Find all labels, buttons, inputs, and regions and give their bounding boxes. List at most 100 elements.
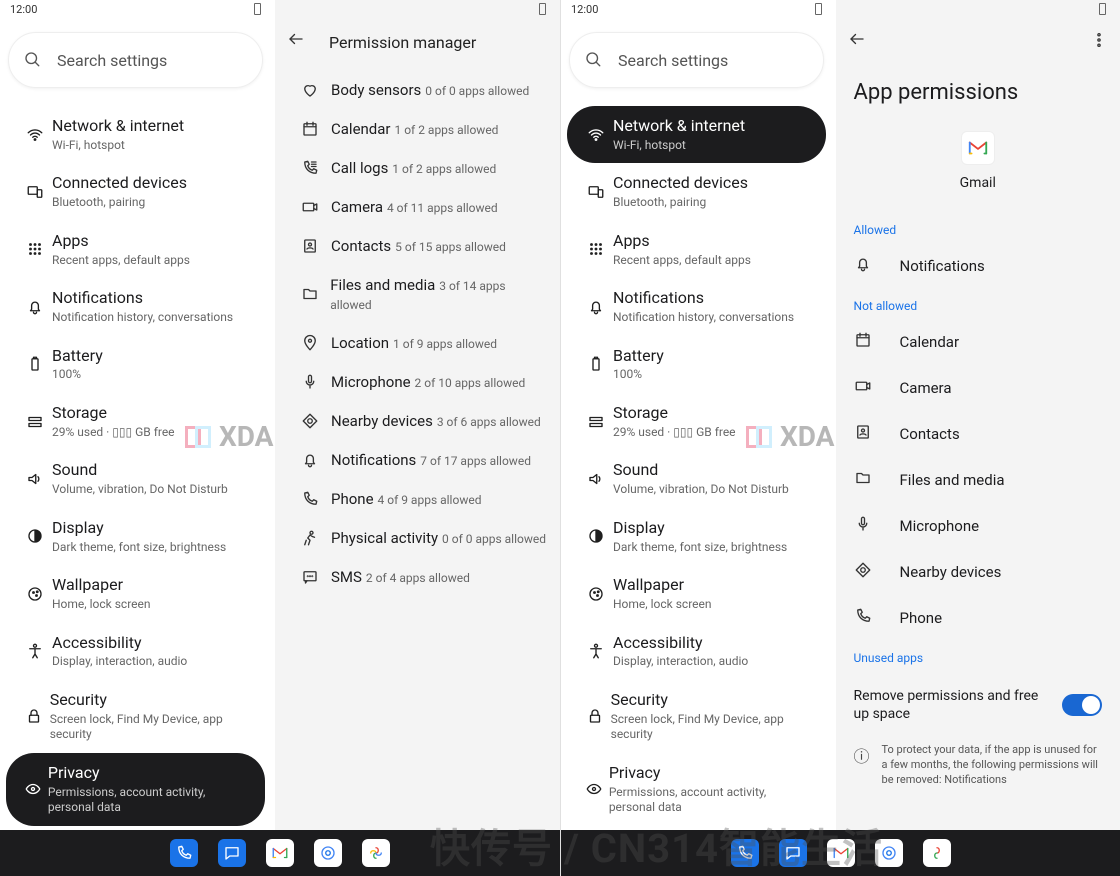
- sidebar-item-sub: Dark theme, font size, brightness: [52, 540, 226, 556]
- battery-indicator-icon: [1099, 3, 1106, 15]
- display-icon: [18, 527, 52, 545]
- info-row: ⓘ To protect your data, if the app is un…: [854, 743, 1102, 788]
- phone-app-icon[interactable]: [170, 839, 198, 867]
- sidebar-item-display[interactable]: Display Dark theme, font size, brightnes…: [567, 508, 826, 565]
- remove-permissions-row[interactable]: Remove permissions and free up space: [854, 681, 1102, 729]
- sidebar-item-sound[interactable]: Sound Volume, vibration, Do Not Disturb: [567, 450, 826, 507]
- permission-list[interactable]: Body sensors 0 of 0 apps allowed Calenda…: [275, 68, 560, 876]
- permission-item-body-sensors[interactable]: Body sensors 0 of 0 apps allowed: [281, 72, 554, 111]
- sidebar-item-title: Apps: [52, 231, 190, 252]
- sidebar-item-title: Sound: [52, 460, 228, 481]
- permission-item-nearby[interactable]: Nearby devices 3 of 6 apps allowed: [281, 403, 554, 442]
- body-sensors-icon: [289, 81, 331, 99]
- sidebar-item-network[interactable]: Network & internet Wi-Fi, hotspot: [567, 106, 826, 163]
- sidebar-item-privacy[interactable]: Privacy Permissions, account activity, p…: [567, 753, 826, 826]
- sidebar-item-accessibility[interactable]: Accessibility Display, interaction, audi…: [567, 623, 826, 680]
- unused-apps-block: Remove permissions and free up space ⓘ T…: [836, 671, 1120, 798]
- app-permission-item-notifications[interactable]: Notifications: [836, 243, 1120, 289]
- sidebar-item-title: Wallpaper: [613, 575, 712, 596]
- permission-item-sms[interactable]: SMS 2 of 4 apps allowed: [281, 559, 554, 598]
- sidebar-item-title: Apps: [613, 231, 751, 252]
- sidebar-item-apps[interactable]: Apps Recent apps, default apps: [6, 221, 265, 278]
- sidebar-item-sound[interactable]: Sound Volume, vibration, Do Not Disturb: [6, 450, 265, 507]
- permission-title: SMS: [331, 568, 362, 586]
- battery-icon: [579, 355, 613, 373]
- sidebar-item-notifications[interactable]: Notifications Notification history, conv…: [6, 278, 265, 335]
- location-icon: [289, 334, 331, 352]
- sidebar-item-sub: Bluetooth, pairing: [613, 195, 748, 211]
- permission-item-microphone[interactable]: Microphone 2 of 10 apps allowed: [281, 364, 554, 403]
- app-permission-item-phone[interactable]: Phone: [836, 595, 1120, 641]
- search-icon: [23, 50, 43, 70]
- nearby-icon: [854, 561, 900, 583]
- sound-icon: [579, 470, 613, 488]
- messages-app-icon[interactable]: [218, 839, 246, 867]
- app-permission-title: Phone: [900, 609, 943, 627]
- search-icon: [584, 50, 604, 70]
- photos-app-icon[interactable]: [362, 839, 390, 867]
- camera-icon: [289, 198, 331, 216]
- notifications-icon: [289, 451, 331, 469]
- sidebar-item-battery[interactable]: Battery 100%: [567, 336, 826, 393]
- devices-icon: [18, 183, 52, 201]
- app-permission-item-microphone[interactable]: Microphone: [836, 503, 1120, 549]
- app-icon-block: Gmail: [836, 131, 1120, 191]
- sidebar-item-sub: Display, interaction, audio: [613, 654, 748, 670]
- permission-sub: 4 of 9 apps allowed: [378, 493, 482, 507]
- sidebar-item-sub: Volume, vibration, Do Not Disturb: [52, 482, 228, 498]
- app-permission-item-contacts[interactable]: Contacts: [836, 411, 1120, 457]
- chrome-app-icon[interactable]: [314, 839, 342, 867]
- privacy-icon: [579, 780, 609, 798]
- back-button[interactable]: [287, 30, 311, 54]
- app-permission-item-calendar[interactable]: Calendar: [836, 319, 1120, 365]
- apps-icon: [18, 240, 52, 258]
- sidebar-item-notifications[interactable]: Notifications Notification history, conv…: [567, 278, 826, 335]
- nearby-icon: [289, 412, 331, 430]
- permission-item-notifications[interactable]: Notifications 7 of 17 apps allowed: [281, 442, 554, 481]
- permission-item-calendar[interactable]: Calendar 1 of 2 apps allowed: [281, 111, 554, 150]
- accessibility-icon: [579, 642, 613, 660]
- sidebar-item-battery[interactable]: Battery 100%: [6, 336, 265, 393]
- sidebar-item-display[interactable]: Display Dark theme, font size, brightnes…: [6, 508, 265, 565]
- search-settings[interactable]: Search settings: [569, 32, 824, 88]
- sidebar-item-accessibility[interactable]: Accessibility Display, interaction, audi…: [6, 623, 265, 680]
- sidebar-item-sub: Wi-Fi, hotspot: [613, 138, 745, 154]
- camera-icon: [854, 377, 900, 399]
- back-button[interactable]: [848, 30, 872, 54]
- sidebar-item-title: Sound: [613, 460, 789, 481]
- sidebar-item-wallpaper[interactable]: Wallpaper Home, lock screen: [6, 565, 265, 622]
- sidebar-item-title: Security: [611, 690, 814, 711]
- sidebar-item-security[interactable]: Security Screen lock, Find My Device, ap…: [6, 680, 265, 753]
- sidebar-item-wallpaper[interactable]: Wallpaper Home, lock screen: [567, 565, 826, 622]
- battery-indicator-icon: [539, 3, 546, 15]
- permission-item-files[interactable]: Files and media 3 of 14 apps allowed: [281, 267, 554, 325]
- sidebar-item-devices[interactable]: Connected devices Bluetooth, pairing: [6, 163, 265, 220]
- permission-item-phone[interactable]: Phone 4 of 9 apps allowed: [281, 481, 554, 520]
- phone-icon: [854, 607, 900, 629]
- app-permission-item-camera[interactable]: Camera: [836, 365, 1120, 411]
- permission-item-call-logs[interactable]: Call logs 1 of 2 apps allowed: [281, 150, 554, 189]
- sidebar-item-devices[interactable]: Connected devices Bluetooth, pairing: [567, 163, 826, 220]
- gmail-app-icon[interactable]: [266, 839, 294, 867]
- permission-item-location[interactable]: Location 1 of 9 apps allowed: [281, 325, 554, 364]
- permission-title: Call logs: [331, 159, 388, 177]
- remove-permissions-toggle[interactable]: [1062, 694, 1102, 716]
- search-settings[interactable]: Search settings: [8, 32, 263, 88]
- app-permission-item-files[interactable]: Files and media: [836, 457, 1120, 503]
- permission-item-camera[interactable]: Camera 4 of 11 apps allowed: [281, 189, 554, 228]
- sidebar-item-privacy[interactable]: Privacy Permissions, account activity, p…: [6, 753, 265, 826]
- sidebar-item-network[interactable]: Network & internet Wi-Fi, hotspot: [6, 106, 265, 163]
- sidebar-item-sub: Recent apps, default apps: [613, 253, 751, 269]
- more-button[interactable]: [1090, 31, 1108, 53]
- permission-item-contacts[interactable]: Contacts 5 of 15 apps allowed: [281, 228, 554, 267]
- settings-list[interactable]: Network & internet Wi-Fi, hotspot Connec…: [561, 96, 832, 876]
- settings-list[interactable]: Network & internet Wi-Fi, hotspot Connec…: [0, 96, 271, 876]
- sidebar-item-security[interactable]: Security Screen lock, Find My Device, ap…: [567, 680, 826, 753]
- photos-app-icon[interactable]: [923, 839, 951, 867]
- sidebar-item-apps[interactable]: Apps Recent apps, default apps: [567, 221, 826, 278]
- sidebar-item-title: Display: [52, 518, 226, 539]
- app-permission-item-nearby[interactable]: Nearby devices: [836, 549, 1120, 595]
- sidebar-item-title: Storage: [52, 403, 175, 424]
- detail-pane-left: Permission manager Body sensors 0 of 0 a…: [275, 0, 560, 876]
- permission-item-activity[interactable]: Physical activity 0 of 0 apps allowed: [281, 520, 554, 559]
